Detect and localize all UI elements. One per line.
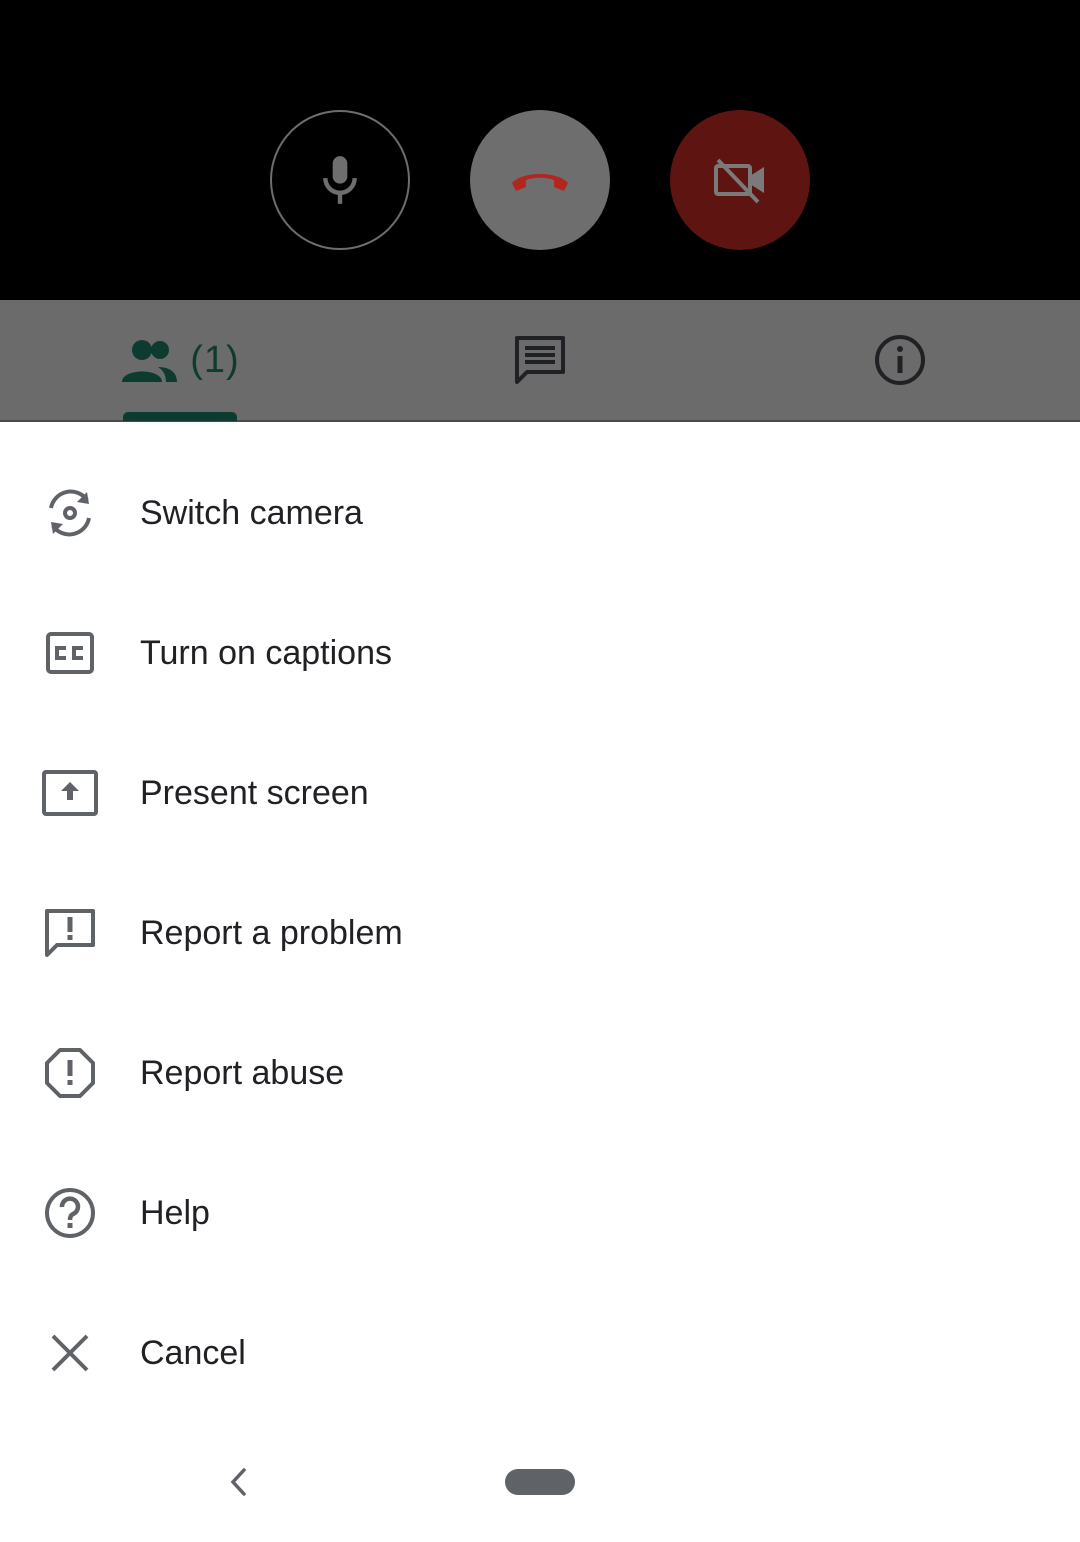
mic-icon [323,156,357,204]
options-menu-sheet: Switch camera Turn on captions Present s… [0,422,1080,1422]
camera-off-icon [714,158,764,204]
captions-icon [40,623,100,683]
participant-count: (1) [190,338,240,381]
end-call-button[interactable] [470,110,610,250]
menu-item-label: Switch camera [140,493,363,532]
menu-item-label: Turn on captions [140,633,392,672]
tab-chat[interactable] [480,300,600,420]
home-pill[interactable] [505,1469,575,1495]
menu-item-switch-camera[interactable]: Switch camera [0,443,1080,583]
tab-participants[interactable]: (1) [100,300,260,420]
call-controls-area [0,0,1080,300]
report-problem-icon [40,903,100,963]
back-button[interactable] [218,1462,258,1502]
menu-item-label: Report abuse [140,1053,345,1092]
microphone-button[interactable] [270,110,410,250]
people-icon [122,340,178,382]
report-abuse-icon [40,1043,100,1103]
tab-info[interactable] [840,300,960,420]
back-icon [230,1468,246,1496]
menu-item-cancel[interactable]: Cancel [0,1283,1080,1423]
switch-camera-icon [40,483,100,543]
camera-button[interactable] [670,110,810,250]
end-call-icon [512,174,568,191]
info-icon [875,335,925,385]
close-icon [40,1323,100,1383]
menu-item-report-abuse[interactable]: Report abuse [0,1003,1080,1143]
selected-tab-indicator [123,412,237,421]
system-navigation-bar [0,1422,1080,1542]
menu-item-label: Report a problem [140,913,403,952]
help-icon [40,1183,100,1243]
menu-item-report-problem[interactable]: Report a problem [0,863,1080,1003]
menu-item-label: Cancel [140,1333,246,1372]
menu-item-help[interactable]: Help [0,1143,1080,1283]
menu-item-captions[interactable]: Turn on captions [0,583,1080,723]
tab-bar: (1) [0,300,1080,422]
menu-item-label: Help [140,1193,210,1232]
menu-item-label: Present screen [140,773,369,812]
menu-item-present-screen[interactable]: Present screen [0,723,1080,863]
chat-icon [515,336,565,384]
present-screen-icon [40,763,100,823]
